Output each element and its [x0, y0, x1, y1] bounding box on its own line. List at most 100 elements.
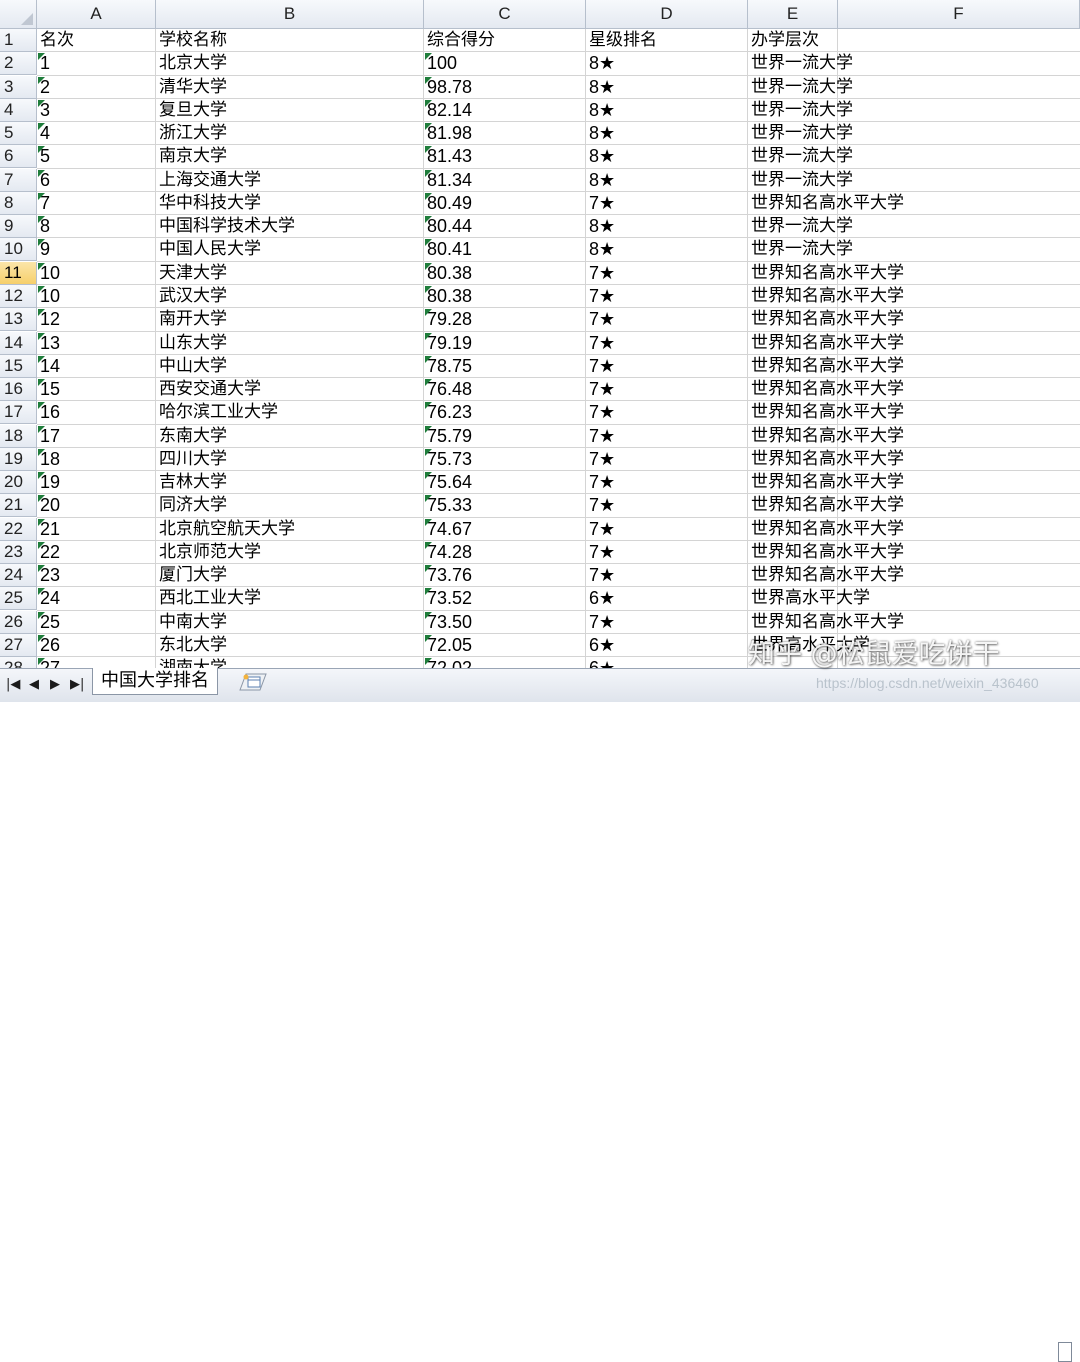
row-header[interactable]: 10 — [0, 238, 37, 261]
cell-rank[interactable]: 3 — [37, 99, 156, 122]
row-header[interactable]: 15 — [0, 355, 37, 378]
prev-sheet-icon[interactable]: ◀ — [29, 677, 39, 693]
cell-school-level[interactable]: 世界一流大学 — [748, 145, 853, 168]
row-header[interactable]: 7 — [0, 169, 37, 192]
row-header[interactable]: 11 — [0, 262, 37, 285]
cell-score[interactable]: 79.19 — [424, 332, 586, 355]
cell-star-rating[interactable]: 7★ — [586, 355, 748, 378]
cell-star-rating[interactable]: 7★ — [586, 332, 748, 355]
cell-school-name[interactable]: 西安交通大学 — [156, 378, 424, 401]
cell-star-rating[interactable]: 7★ — [586, 471, 748, 494]
cell-rank[interactable]: 9 — [37, 238, 156, 261]
cell-score[interactable]: 75.64 — [424, 471, 586, 494]
cell-rank[interactable]: 22 — [37, 541, 156, 564]
cell-score[interactable]: 81.34 — [424, 169, 586, 192]
cell-rank[interactable]: 5 — [37, 145, 156, 168]
cell-school-name[interactable]: 西北工业大学 — [156, 587, 424, 610]
cell-rank[interactable]: 1 — [37, 52, 156, 75]
cell-school-level[interactable]: 世界知名高水平大学 — [748, 378, 904, 401]
cell-rank[interactable]: 7 — [37, 192, 156, 215]
cell-star-rating[interactable]: 7★ — [586, 378, 748, 401]
cell-school-level[interactable]: 世界知名高水平大学 — [748, 355, 904, 378]
row-header[interactable]: 8 — [0, 192, 37, 215]
row-header[interactable]: 5 — [0, 122, 37, 145]
cell-rank[interactable]: 27 — [37, 657, 156, 668]
cell-school-name[interactable]: 山东大学 — [156, 332, 424, 355]
cell-score[interactable]: 82.14 — [424, 99, 586, 122]
column-header-c[interactable]: C — [424, 0, 586, 29]
cell-star-rating[interactable]: 6★ — [586, 657, 748, 668]
column-header-b[interactable]: B — [156, 0, 424, 29]
cell-star-rating[interactable]: 8★ — [586, 215, 748, 238]
cell-star-rating[interactable]: 6★ — [586, 634, 748, 657]
cell-school-level[interactable]: 世界知名高水平大学 — [748, 448, 904, 471]
cell-star-rating[interactable]: 8★ — [586, 76, 748, 99]
cell-school-level[interactable]: 世界知名高水平大学 — [748, 564, 904, 587]
column-header-d[interactable]: D — [586, 0, 748, 29]
cell-score[interactable]: 73.50 — [424, 611, 586, 634]
horizontal-scrollbar[interactable] — [1058, 1342, 1072, 1362]
cell-school-name[interactable]: 南京大学 — [156, 145, 424, 168]
cell-rank[interactable]: 24 — [37, 587, 156, 610]
cell-school-name[interactable]: 中南大学 — [156, 611, 424, 634]
sheet-tab-active[interactable]: 中国大学排名 — [92, 668, 218, 695]
cell-score[interactable]: 80.44 — [424, 215, 586, 238]
cell-rank[interactable]: 18 — [37, 448, 156, 471]
cell-school-level[interactable]: 世界一流大学 — [748, 215, 853, 238]
cell-rank[interactable]: 名次 — [37, 29, 156, 52]
select-all-corner[interactable] — [0, 0, 37, 29]
cell-score[interactable]: 74.28 — [424, 541, 586, 564]
cell-school-name[interactable]: 清华大学 — [156, 76, 424, 99]
cell-score[interactable]: 100 — [424, 52, 586, 75]
cell-school-name[interactable]: 武汉大学 — [156, 285, 424, 308]
row-header[interactable]: 16 — [0, 378, 37, 401]
cell-score[interactable]: 76.48 — [424, 378, 586, 401]
cell-star-rating[interactable]: 7★ — [586, 425, 748, 448]
cell-rank[interactable]: 12 — [37, 308, 156, 331]
cell-school-level[interactable]: 世界知名高水平大学 — [748, 494, 904, 517]
row-header[interactable]: 1 — [0, 29, 37, 52]
cell-star-rating[interactable]: 7★ — [586, 494, 748, 517]
cell-star-rating[interactable]: 7★ — [586, 192, 748, 215]
cell-school-name[interactable]: 北京师范大学 — [156, 541, 424, 564]
cell-school-name[interactable]: 湖南大学 — [156, 657, 424, 668]
cell-school-name[interactable]: 厦门大学 — [156, 564, 424, 587]
column-header-e[interactable]: E — [748, 0, 838, 29]
cell-score[interactable]: 72.02 — [424, 657, 586, 668]
row-header[interactable]: 19 — [0, 448, 37, 471]
cell-star-rating[interactable]: 星级排名 — [586, 29, 748, 52]
cell-school-level[interactable]: 世界一流大学 — [748, 76, 853, 99]
cell-school-name[interactable]: 浙江大学 — [156, 122, 424, 145]
row-header[interactable]: 12 — [0, 285, 37, 308]
cell-school-name[interactable]: 复旦大学 — [156, 99, 424, 122]
cell-rank[interactable]: 10 — [37, 262, 156, 285]
cell-rank[interactable]: 10 — [37, 285, 156, 308]
cell-score[interactable]: 80.41 — [424, 238, 586, 261]
cell-school-name[interactable]: 北京大学 — [156, 52, 424, 75]
row-header[interactable]: 2 — [0, 52, 37, 75]
row-header[interactable]: 28 — [0, 657, 37, 668]
cell-rank[interactable]: 23 — [37, 564, 156, 587]
cell-school-name[interactable]: 北京航空航天大学 — [156, 518, 424, 541]
row-header[interactable]: 23 — [0, 541, 37, 564]
cell-school-name[interactable]: 东南大学 — [156, 425, 424, 448]
spreadsheet-grid[interactable]: A B C D E F 1 名次 学校名称 综合得分 星级排名 办学层次 2 1 北京大学 100 8★ 世界一流… — [0, 0, 1080, 668]
cell-school-name[interactable]: 学校名称 — [156, 29, 424, 52]
cell-score[interactable]: 72.05 — [424, 634, 586, 657]
cell-score[interactable]: 79.28 — [424, 308, 586, 331]
cell-score[interactable]: 75.73 — [424, 448, 586, 471]
row-header[interactable]: 9 — [0, 215, 37, 238]
cell-school-level[interactable]: 世界知名高水平大学 — [748, 425, 904, 448]
cell-school-name[interactable]: 华中科技大学 — [156, 192, 424, 215]
cell-rank[interactable]: 15 — [37, 378, 156, 401]
cell-school-level[interactable]: 世界知名高水平大学 — [748, 541, 904, 564]
row-header[interactable]: 18 — [0, 425, 37, 448]
cell-rank[interactable]: 13 — [37, 332, 156, 355]
cell-school-level[interactable]: 世界一流大学 — [748, 238, 853, 261]
cell-school-level[interactable]: 世界知名高水平大学 — [748, 401, 904, 424]
cell-score[interactable]: 综合得分 — [424, 29, 586, 52]
cell-score[interactable]: 80.49 — [424, 192, 586, 215]
row-header[interactable]: 25 — [0, 587, 37, 610]
cell-rank[interactable]: 16 — [37, 401, 156, 424]
row-header[interactable]: 14 — [0, 332, 37, 355]
